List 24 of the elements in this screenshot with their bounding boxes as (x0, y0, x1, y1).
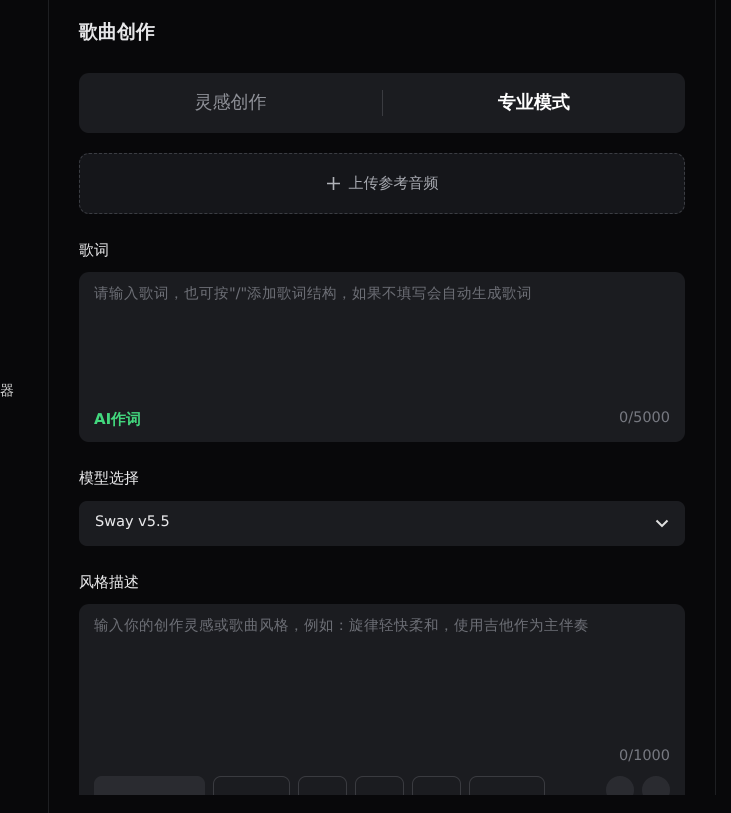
field-label: 模型选择 (79, 468, 140, 489)
char-counter: 0/5000 (618, 408, 670, 428)
chevron-down-icon (655, 518, 669, 528)
tag-chip[interactable] (94, 776, 205, 795)
tag-chip[interactable] (213, 776, 290, 795)
lyrics-input[interactable]: 请输入歌词，也可按"/"添加歌词结构，如果不填写会自动生成歌词 (94, 284, 670, 408)
upload-button[interactable]: 上传参考音频 (79, 152, 685, 214)
ai-lyrics-button[interactable]: AI作词 (94, 408, 142, 430)
tag-chip[interactable] (355, 776, 404, 795)
field-label: 歌词 (79, 240, 110, 260)
tag-chip[interactable] (469, 776, 545, 795)
sidebar-label[interactable]: 器 (0, 381, 14, 402)
plus-icon (326, 176, 340, 190)
style-field[interactable]: 输入你的创作灵感或歌曲风格，例如：旋律轻快柔和，使用吉他作为主伴奏 0/1000 (79, 604, 685, 795)
mode-tab[interactable]: 专业模式 (382, 72, 685, 132)
page-title: 歌曲创作 (79, 20, 156, 45)
tag-chip[interactable] (298, 776, 347, 795)
mode-tab[interactable]: 灵感创作 (79, 72, 382, 132)
model-select[interactable]: Sway v5.5 (79, 500, 685, 546)
style-input[interactable]: 输入你的创作灵感或歌曲风格，例如：旋律轻快柔和，使用吉他作为主伴奏 (94, 616, 670, 746)
char-counter: 0/1000 (618, 747, 670, 766)
lyrics-field[interactable]: 请输入歌词，也可按"/"添加歌词结构，如果不填写会自动生成歌词 AI作词 0/5000 (79, 272, 685, 442)
tag-chip[interactable] (412, 776, 461, 795)
field-label: 风格描述 (79, 572, 140, 592)
